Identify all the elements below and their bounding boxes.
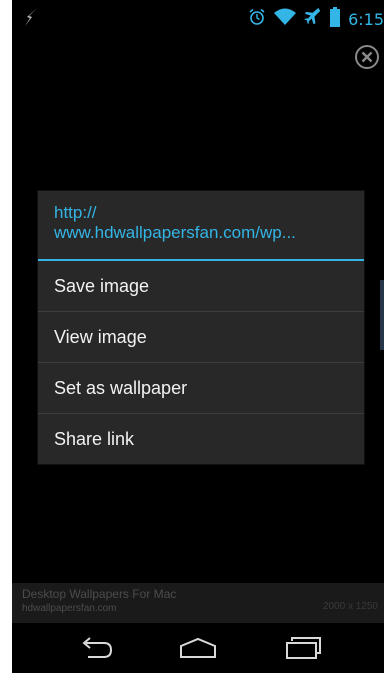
menu-item-set-as-wallpaper[interactable]: Set as wallpaper	[38, 363, 364, 414]
status-time: 6:15	[348, 10, 384, 29]
back-icon	[82, 637, 113, 658]
recent-apps-icon	[286, 637, 321, 659]
navigation-bar	[12, 623, 384, 673]
menu-item-save-image[interactable]: Save image	[38, 261, 364, 312]
close-icon	[355, 45, 379, 69]
background-image-edge	[380, 280, 384, 350]
battery-icon	[330, 7, 341, 32]
recent-apps-button[interactable]	[276, 633, 332, 663]
alarm-icon	[248, 8, 266, 31]
menu-item-view-image[interactable]: View image	[38, 312, 364, 363]
airplane-icon	[304, 8, 322, 31]
close-button[interactable]	[354, 44, 380, 70]
context-menu-dialog: http:// www.hdwallpapersfan.com/wp... Sa…	[38, 191, 364, 464]
menu-item-share-link[interactable]: Share link	[38, 414, 364, 464]
screen: 6:15 http:// www.hdwallpapersfan.com/wp.…	[0, 0, 384, 673]
charging-icon	[24, 8, 38, 31]
image-title: Desktop Wallpapers For Mac	[22, 587, 177, 601]
status-bar: 6:15	[12, 0, 384, 36]
menu-item-label: Save image	[54, 276, 150, 296]
status-icons: 6:15	[248, 7, 384, 32]
image-info-bar: Desktop Wallpapers For Mac hdwallpapersf…	[12, 583, 384, 623]
context-menu-list: Save image View image Set as wallpaper S…	[38, 261, 364, 464]
home-button[interactable]	[170, 633, 226, 663]
phone-display: 6:15 http:// www.hdwallpapersfan.com/wp.…	[12, 0, 384, 673]
wifi-icon	[274, 8, 297, 31]
image-dimensions: 2000 x 1250	[322, 601, 378, 612]
menu-item-label: Set as wallpaper	[54, 378, 188, 398]
menu-item-label: View image	[54, 327, 147, 347]
back-button[interactable]	[68, 633, 124, 663]
menu-item-label: Share link	[54, 429, 135, 449]
dialog-title: http:// www.hdwallpapersfan.com/wp...	[38, 191, 364, 259]
link-url-title: http:// www.hdwallpapersfan.com/wp...	[54, 203, 296, 242]
image-source-site: hdwallpapersfan.com	[22, 603, 117, 614]
home-icon	[180, 637, 216, 658]
